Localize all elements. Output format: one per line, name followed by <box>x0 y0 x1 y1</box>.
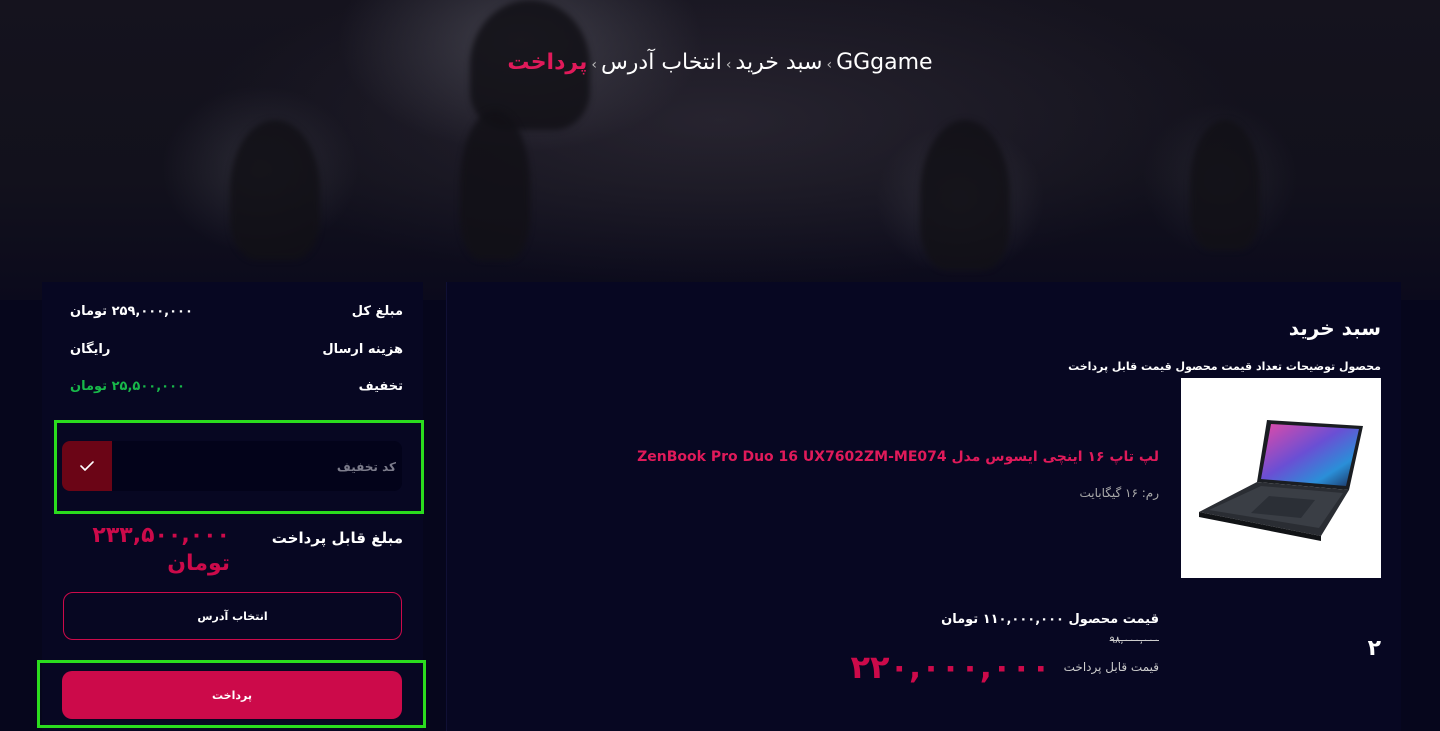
shipping-label: هزینه ارسال <box>322 342 403 357</box>
cart-title: سبد خرید <box>1288 316 1381 340</box>
cart-table-headers: محصول توضیحات تعداد قیمت محصول قیمت قابل… <box>1068 360 1381 373</box>
hero-figure <box>1190 120 1260 250</box>
payable-value: ۲۲۰,۰۰۰,۰۰۰ <box>850 648 1051 686</box>
hero-figure <box>920 120 1010 270</box>
coupon-form <box>62 441 402 493</box>
pay-button[interactable]: پرداخت <box>62 671 402 719</box>
total-value: ۲۵۹,۰۰۰,۰۰۰ تومان <box>70 304 193 319</box>
chevron-left-icon: › <box>591 57 597 73</box>
product-price: قیمت محصول ۱۱۰,۰۰۰,۰۰۰ تومان <box>941 612 1159 627</box>
coupon-highlight <box>54 420 424 514</box>
product-image[interactable] <box>1181 378 1381 578</box>
chevron-left-icon: › <box>725 57 732 73</box>
product-quantity: ۲ <box>1367 636 1381 661</box>
check-icon <box>80 461 94 471</box>
summary-total-row: مبلغ کل ۲۵۹,۰۰۰,۰۰۰ تومان <box>70 304 403 324</box>
breadcrumb: GGgame›سبد خرید›انتخاب آدرس›پرداخت <box>0 50 1440 75</box>
breadcrumb-current: پرداخت <box>507 50 588 75</box>
final-amount-value: ۲۳۳,۵۰۰,۰۰۰ تومان <box>92 523 230 576</box>
hero-figure <box>230 120 320 260</box>
summary-shipping-row: هزینه ارسال رایگان <box>70 342 403 362</box>
pay-highlight: پرداخت <box>37 660 426 728</box>
select-address-button[interactable]: انتخاب آدرس <box>63 592 402 640</box>
discount-label: تخفیف <box>358 379 403 394</box>
product-name[interactable]: لپ تاپ ۱۶ اینچی ایسوس مدل ZenBook Pro Du… <box>637 449 1159 465</box>
coupon-apply-button[interactable] <box>62 441 112 491</box>
laptop-icon <box>1199 420 1363 541</box>
order-summary-panel: مبلغ کل ۲۵۹,۰۰۰,۰۰۰ تومان هزینه ارسال را… <box>37 282 426 731</box>
discount-value: ۲۵,۵۰۰,۰۰۰ تومان <box>70 379 185 394</box>
cart-panel: سبد خرید محصول توضیحات تعداد قیمت محصول … <box>446 282 1401 731</box>
summary-discount-row: تخفیف ۲۵,۵۰۰,۰۰۰ تومان <box>70 379 403 399</box>
checkout-page: GGgame›سبد خرید›انتخاب آدرس›پرداخت سبد خ… <box>0 0 1440 731</box>
shipping-value: رایگان <box>70 342 111 357</box>
hero-banner: GGgame›سبد خرید›انتخاب آدرس›پرداخت <box>0 0 1440 300</box>
payable-label: قیمت قابل پرداخت <box>1063 660 1159 674</box>
breadcrumb-cart[interactable]: سبد خرید <box>735 50 822 75</box>
total-label: مبلغ کل <box>351 304 403 319</box>
product-old-price: ۹۸,۰۰۰,۰۰۰ <box>1109 635 1159 646</box>
chevron-left-icon: › <box>826 57 833 73</box>
breadcrumb-address[interactable]: انتخاب آدرس <box>601 50 722 75</box>
coupon-code-input[interactable] <box>114 441 398 493</box>
product-spec: رم: ۱۶ گیگابایت <box>1079 486 1159 500</box>
final-amount-label: مبلغ قابل پرداخت <box>271 529 403 547</box>
breadcrumb-home[interactable]: GGgame <box>836 50 933 75</box>
product-payable: قیمت قابل پرداخت ۲۲۰,۰۰۰,۰۰۰ <box>850 648 1159 686</box>
hero-figure <box>460 110 530 260</box>
